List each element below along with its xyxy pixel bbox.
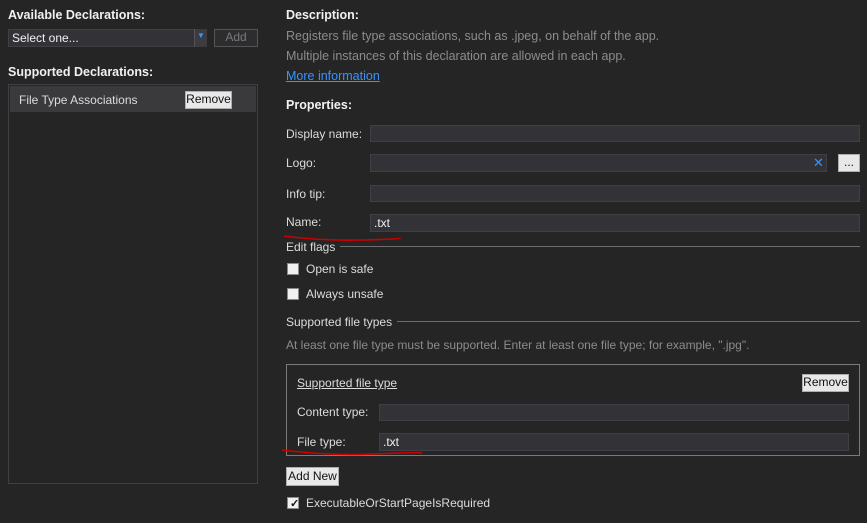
executable-checkbox[interactable]: ✓ <box>287 497 300 510</box>
open-is-safe-checkbox[interactable] <box>287 263 299 275</box>
supported-declarations-list[interactable]: File Type Associations Remove <box>8 84 258 484</box>
list-item-label: File Type Associations <box>19 93 138 107</box>
remove-declaration-button[interactable]: Remove <box>185 91 232 109</box>
available-declarations-title: Available Declarations: <box>8 8 146 22</box>
properties-title: Properties: <box>286 98 352 112</box>
chevron-down-icon: ▼ <box>197 31 205 40</box>
display-name-input[interactable] <box>370 125 860 142</box>
info-tip-input[interactable] <box>370 185 860 202</box>
always-unsafe-checkbox[interactable] <box>287 288 299 300</box>
info-tip-label: Info tip: <box>286 187 326 201</box>
checkmark-icon: ✓ <box>290 498 300 510</box>
executable-label: ExecutableOrStartPageIsRequired <box>306 496 491 510</box>
edit-flags-divider <box>340 246 860 247</box>
supported-file-types-divider <box>397 321 860 322</box>
name-label: Name: <box>286 215 322 229</box>
dropdown-arrow-button[interactable]: ▼ <box>194 29 207 47</box>
remove-file-type-button[interactable]: Remove <box>802 374 849 392</box>
declaration-select-value: Select one... <box>12 31 79 45</box>
list-item[interactable]: File Type Associations Remove <box>10 86 256 112</box>
declaration-select[interactable]: Select one... <box>8 29 207 47</box>
description-line-1: Registers file type associations, such a… <box>286 29 660 43</box>
clear-icon[interactable]: ✕ <box>813 155 824 171</box>
supported-file-types-hint: At least one file type must be supported… <box>286 338 750 352</box>
add-declaration-button[interactable]: Add <box>214 29 258 47</box>
content-type-label: Content type: <box>297 405 369 419</box>
add-new-button[interactable]: Add New <box>286 467 339 486</box>
edit-flags-title: Edit flags <box>286 240 336 254</box>
supported-declarations-title: Supported Declarations: <box>8 65 154 79</box>
description-title: Description: <box>286 8 359 22</box>
more-information-link[interactable]: More information <box>286 69 380 83</box>
logo-input[interactable] <box>370 154 827 172</box>
supported-file-type-title: Supported file type <box>297 376 398 390</box>
logo-label: Logo: <box>286 156 317 170</box>
open-is-safe-label: Open is safe <box>306 262 374 276</box>
display-name-label: Display name: <box>286 127 363 141</box>
name-input[interactable]: .txt <box>370 214 860 232</box>
always-unsafe-label: Always unsafe <box>306 287 384 301</box>
content-type-input[interactable] <box>379 404 849 421</box>
browse-logo-button[interactable]: ... <box>838 154 860 172</box>
supported-file-type-box: Supported file type Remove Content type:… <box>286 364 860 456</box>
file-type-underline-annotation <box>281 449 423 456</box>
supported-file-types-title: Supported file types <box>286 315 393 329</box>
description-line-2: Multiple instances of this declaration a… <box>286 49 626 63</box>
file-type-input[interactable]: .txt <box>379 433 849 451</box>
